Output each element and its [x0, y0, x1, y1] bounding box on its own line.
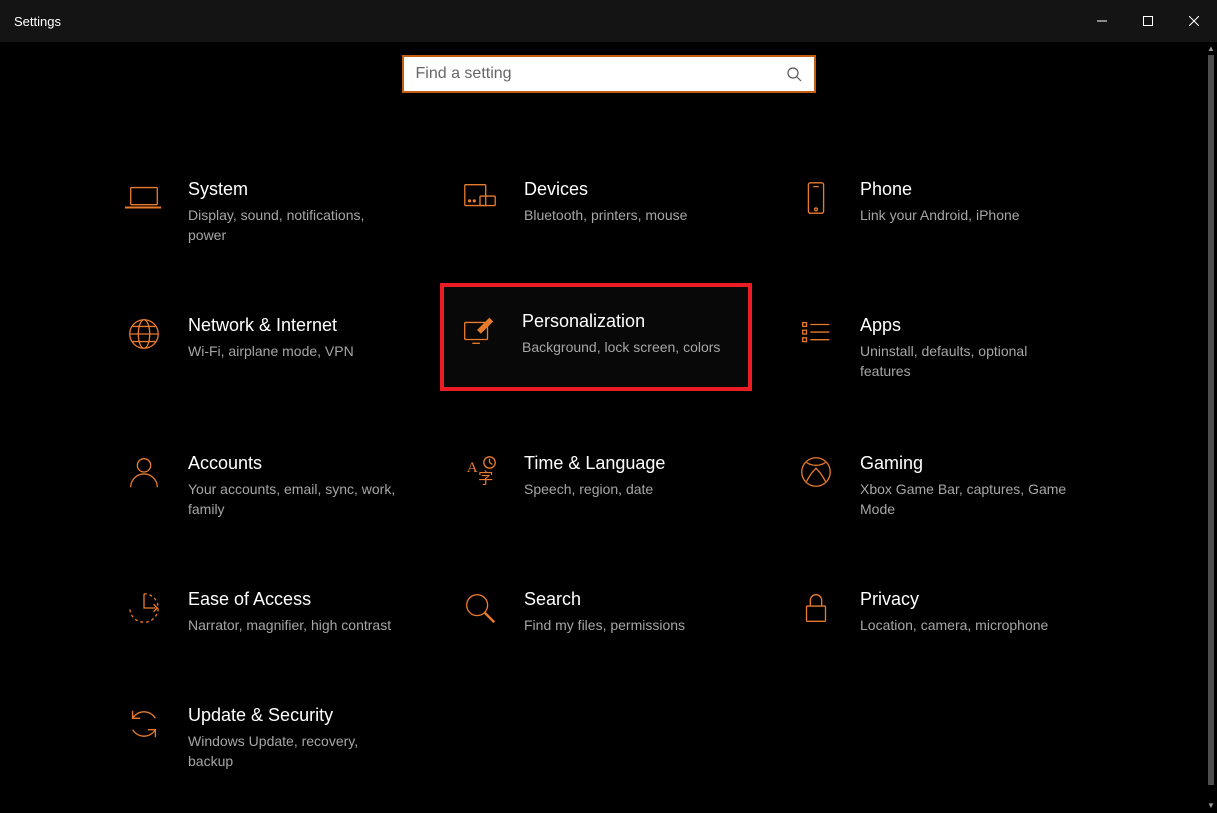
globe-icon: [124, 315, 164, 355]
category-title: Devices: [524, 177, 687, 201]
category-title: Phone: [860, 177, 1020, 201]
search-icon: [786, 66, 802, 82]
category-title: Search: [524, 587, 685, 611]
window-controls: [1079, 0, 1217, 42]
category-title: Apps: [860, 313, 1070, 337]
scroll-down-arrow[interactable]: ▼: [1207, 799, 1215, 811]
category-system[interactable]: System Display, sound, notifications, po…: [118, 169, 404, 253]
category-desc: Link your Android, iPhone: [860, 205, 1020, 225]
category-desc: Find my files, permissions: [524, 615, 685, 635]
category-desc: Location, camera, microphone: [860, 615, 1048, 635]
svg-text:字: 字: [478, 470, 493, 487]
category-title: Gaming: [860, 451, 1070, 475]
category-title: Time & Language: [524, 451, 665, 475]
lock-icon: [796, 589, 836, 629]
category-title: Network & Internet: [188, 313, 354, 337]
scroll-up-arrow[interactable]: ▲: [1207, 42, 1215, 54]
category-desc: Display, sound, notifications, power: [188, 205, 398, 245]
sync-icon: [124, 705, 164, 745]
category-title: Update & Security: [188, 703, 398, 727]
category-title: Accounts: [188, 451, 398, 475]
maximize-button[interactable]: [1125, 0, 1171, 42]
devices-icon: [460, 179, 500, 219]
category-desc: Wi-Fi, airplane mode, VPN: [188, 341, 354, 361]
language-icon: A字: [460, 453, 500, 493]
category-title: Personalization: [522, 309, 720, 333]
category-desc: Bluetooth, printers, mouse: [524, 205, 687, 225]
close-button[interactable]: [1171, 0, 1217, 42]
category-update-security[interactable]: Update & Security Windows Update, recove…: [118, 695, 404, 779]
category-ease-of-access[interactable]: Ease of Access Narrator, magnifier, high…: [118, 579, 397, 643]
category-desc: Xbox Game Bar, captures, Game Mode: [860, 479, 1070, 519]
category-network[interactable]: Network & Internet Wi-Fi, airplane mode,…: [118, 305, 360, 369]
category-desc: Background, lock screen, colors: [522, 337, 720, 357]
search-container: [0, 55, 1217, 93]
phone-icon: [796, 179, 836, 219]
category-devices[interactable]: Devices Bluetooth, printers, mouse: [454, 169, 693, 233]
category-phone[interactable]: Phone Link your Android, iPhone: [790, 169, 1026, 233]
category-personalization[interactable]: Personalization Background, lock screen,…: [444, 287, 748, 387]
category-desc: Speech, region, date: [524, 479, 665, 499]
category-title: System: [188, 177, 398, 201]
category-gaming[interactable]: Gaming Xbox Game Bar, captures, Game Mod…: [790, 443, 1076, 527]
window-title: Settings: [14, 14, 61, 29]
category-desc: Uninstall, defaults, optional features: [860, 341, 1070, 381]
highlight-annotation: Personalization Background, lock screen,…: [440, 283, 752, 391]
ease-icon: [124, 589, 164, 629]
search-input[interactable]: [416, 65, 786, 83]
paintbrush-icon: [458, 311, 498, 351]
svg-text:A: A: [467, 459, 478, 476]
vertical-scrollbar[interactable]: ▲ ▼: [1207, 42, 1215, 811]
xbox-icon: [796, 453, 836, 493]
category-title: Ease of Access: [188, 587, 391, 611]
laptop-icon: [124, 179, 164, 219]
minimize-button[interactable]: [1079, 0, 1125, 42]
list-icon: [796, 315, 836, 355]
category-time-language[interactable]: A字 Time & Language Speech, region, date: [454, 443, 671, 507]
search-box[interactable]: [402, 55, 816, 93]
category-apps[interactable]: Apps Uninstall, defaults, optional featu…: [790, 305, 1076, 389]
scrollbar-thumb[interactable]: [1208, 55, 1214, 785]
category-search[interactable]: Search Find my files, permissions: [454, 579, 691, 643]
category-privacy[interactable]: Privacy Location, camera, microphone: [790, 579, 1054, 643]
category-accounts[interactable]: Accounts Your accounts, email, sync, wor…: [118, 443, 404, 527]
category-desc: Your accounts, email, sync, work, family: [188, 479, 398, 519]
category-desc: Windows Update, recovery, backup: [188, 731, 398, 771]
category-desc: Narrator, magnifier, high contrast: [188, 615, 391, 635]
settings-categories-grid: System Display, sound, notifications, po…: [118, 169, 1217, 779]
category-title: Privacy: [860, 587, 1048, 611]
person-icon: [124, 453, 164, 493]
titlebar: Settings: [0, 0, 1217, 42]
magnifier-icon: [460, 589, 500, 629]
